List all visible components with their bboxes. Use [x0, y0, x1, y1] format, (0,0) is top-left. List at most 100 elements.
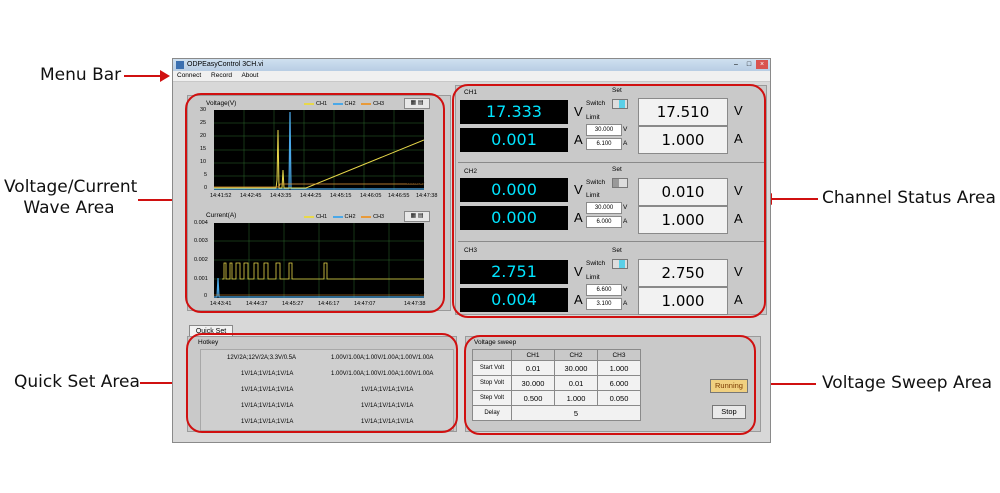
callout-quick-set-area: Quick Set Area — [14, 372, 140, 392]
ch1-limit-voltage-input[interactable]: 30.000 — [586, 124, 622, 136]
current-ytick: 0.003 — [194, 238, 208, 244]
current-xtick: 14:43:41 — [210, 301, 232, 307]
hotkey-button[interactable]: 1V/1A;1V/1A;1V/1A — [361, 418, 413, 426]
ch1-set-current-input[interactable]: 1.000 — [638, 126, 728, 154]
sweep-delay-label: Delay — [472, 405, 512, 421]
ch2-limit-voltage-input[interactable]: 30.000 — [586, 202, 622, 214]
legend-ch3: CH3 — [373, 101, 385, 107]
maximize-icon[interactable]: □ — [743, 60, 755, 69]
menu-about[interactable]: About — [241, 72, 258, 79]
voltage-chart-tools[interactable]: ▦ ▤ — [404, 98, 430, 109]
minimize-icon[interactable]: – — [730, 60, 742, 69]
ch3-set-voltage-unit: V — [734, 264, 743, 279]
voltage-xtick: 14:44:25 — [300, 193, 322, 199]
voltage-xtick: 14:43:35 — [270, 193, 292, 199]
voltage-sweep-table: CH1 CH2 CH3 Start Volt 0.01 30.000 1.000… — [472, 349, 641, 421]
callout-channel-status-area: Channel Status Area — [822, 188, 996, 208]
hotkey-button[interactable]: 1.00V/1.00A;1.00V/1.00A;1.00V/1.00A — [331, 370, 433, 378]
current-xtick: 14:44:37 — [246, 301, 268, 307]
ch1-set-current-unit: A — [734, 131, 743, 146]
voltage-sweep-title: Voltage sweep — [474, 339, 517, 346]
hotkey-list: 12V/2A;12V/2A;3.3V/0.5A 1.00V/1.00A;1.00… — [200, 349, 454, 431]
sweep-col-header: CH3 — [597, 349, 641, 361]
current-chart-title: Current(A) — [206, 212, 237, 219]
ch2-set-voltage-unit: V — [734, 183, 743, 198]
current-ytick: 0.002 — [194, 257, 208, 263]
ch2-limit-current-input[interactable]: 6.000 — [586, 216, 622, 228]
channel-divider — [458, 162, 764, 163]
current-chart-tools[interactable]: ▦ ▤ — [404, 211, 430, 222]
ch1-voltage-display: 17.333 — [460, 100, 568, 124]
channel-divider — [458, 241, 764, 242]
voltage-plot — [214, 110, 425, 190]
hotkey-button[interactable]: 1V/1A;1V/1A;1V/1A — [241, 386, 293, 394]
ch3-output-switch[interactable] — [612, 259, 628, 269]
ch1-set-voltage-input[interactable]: 17.510 — [638, 98, 728, 126]
menu-connect[interactable]: Connect — [177, 72, 201, 79]
ch1-switch-label: Switch — [586, 100, 606, 107]
hotkey-button[interactable]: 1V/1A;1V/1A;1V/1A — [361, 386, 413, 394]
ch3-set-voltage-input[interactable]: 2.750 — [638, 259, 728, 287]
ch2-output-switch[interactable] — [612, 178, 628, 188]
ch2-current-display: 0.000 — [460, 206, 568, 230]
ch2-switch-label: Switch — [586, 179, 606, 186]
hotkey-button[interactable]: 1V/1A;1V/1A;1V/1A — [361, 402, 413, 410]
ch3-limit-voltage-input[interactable]: 6.600 — [586, 284, 622, 296]
ch3-set-current-input[interactable]: 1.000 — [638, 287, 728, 315]
sweep-col-header: CH2 — [554, 349, 598, 361]
current-xtick: 14:47:07 — [354, 301, 376, 307]
stop-button[interactable]: Stop — [712, 405, 746, 419]
legend-ch2: CH2 — [344, 101, 356, 107]
hotkey-button[interactable]: 12V/2A;12V/2A;3.3V/0.5A — [227, 354, 296, 362]
menu-bar: Connect Record About — [173, 71, 770, 82]
ch1-current-display: 0.001 — [460, 128, 568, 152]
sweep-start-ch1-input[interactable]: 0.01 — [511, 360, 555, 376]
hotkey-button[interactable]: 1V/1A;1V/1A;1V/1A — [241, 370, 293, 378]
ch2-set-current-input[interactable]: 1.000 — [638, 206, 728, 234]
sweep-step-ch3-input[interactable]: 0.050 — [597, 390, 641, 406]
legend-ch2: CH2 — [344, 214, 356, 220]
ch1-voltage-unit: V — [574, 104, 583, 119]
sweep-delay-input[interactable]: 5 — [511, 405, 641, 421]
sweep-stop-ch2-input[interactable]: 0.01 — [554, 375, 598, 391]
voltage-xtick: 14:46:55 — [388, 193, 410, 199]
sweep-step-ch2-input[interactable]: 1.000 — [554, 390, 598, 406]
current-legend: CH1 CH2 CH3 — [300, 214, 384, 220]
voltage-ytick: 15 — [200, 146, 207, 152]
sweep-row-label: Step Volt — [472, 390, 512, 406]
hotkey-button[interactable]: 1V/1A;1V/1A;1V/1A — [241, 418, 293, 426]
voltage-ytick: 30 — [200, 107, 207, 113]
ch3-set-current-unit: A — [734, 292, 743, 307]
running-button[interactable]: Running — [710, 379, 748, 393]
current-ytick: 0.001 — [194, 276, 208, 282]
quick-set-panel: Hotkey 12V/2A;12V/2A;3.3V/0.5A 1.00V/1.0… — [187, 336, 457, 432]
sweep-corner — [472, 349, 512, 361]
current-xtick: 14:46:17 — [318, 301, 340, 307]
ch1-output-switch[interactable] — [612, 99, 628, 109]
ch1-limit-label: Limit — [586, 114, 600, 121]
close-icon[interactable]: × — [756, 60, 768, 69]
ch1-limit-current-input[interactable]: 6.100 — [586, 138, 622, 150]
voltage-series-ch2 — [214, 111, 424, 190]
sweep-step-ch1-input[interactable]: 0.500 — [511, 390, 555, 406]
ch3-limit-current-input[interactable]: 3.100 — [586, 298, 622, 310]
sweep-start-ch3-input[interactable]: 1.000 — [597, 360, 641, 376]
sweep-stop-ch1-input[interactable]: 30.000 — [511, 375, 555, 391]
ch3-switch-label: Switch — [586, 260, 606, 267]
voltage-ytick: 10 — [200, 159, 207, 165]
menu-record[interactable]: Record — [211, 72, 232, 79]
ch2-set-voltage-input[interactable]: 0.010 — [638, 178, 728, 206]
ch1-set-label: Set — [612, 87, 622, 94]
hotkey-button[interactable]: 1V/1A;1V/1A;1V/1A — [241, 402, 293, 410]
title-bar: ODPEasyControl 3CH.vi – □ × — [173, 59, 770, 71]
voltage-series-ch3 — [214, 183, 424, 188]
current-x-label: Time(s) — [406, 290, 425, 296]
ch3-limit-current-unit: A — [623, 300, 628, 307]
voltage-chart-title: Voltage(V) — [206, 100, 237, 107]
ch3-current-unit: A — [574, 292, 583, 307]
ch2-voltage-unit: V — [574, 182, 583, 197]
hotkey-button[interactable]: 1.00V/1.00A;1.00V/1.00A;1.00V/1.00A — [331, 354, 433, 362]
callout-voltage-sweep-area: Voltage Sweep Area — [822, 373, 993, 393]
sweep-start-ch2-input[interactable]: 30.000 — [554, 360, 598, 376]
sweep-stop-ch3-input[interactable]: 6.000 — [597, 375, 641, 391]
